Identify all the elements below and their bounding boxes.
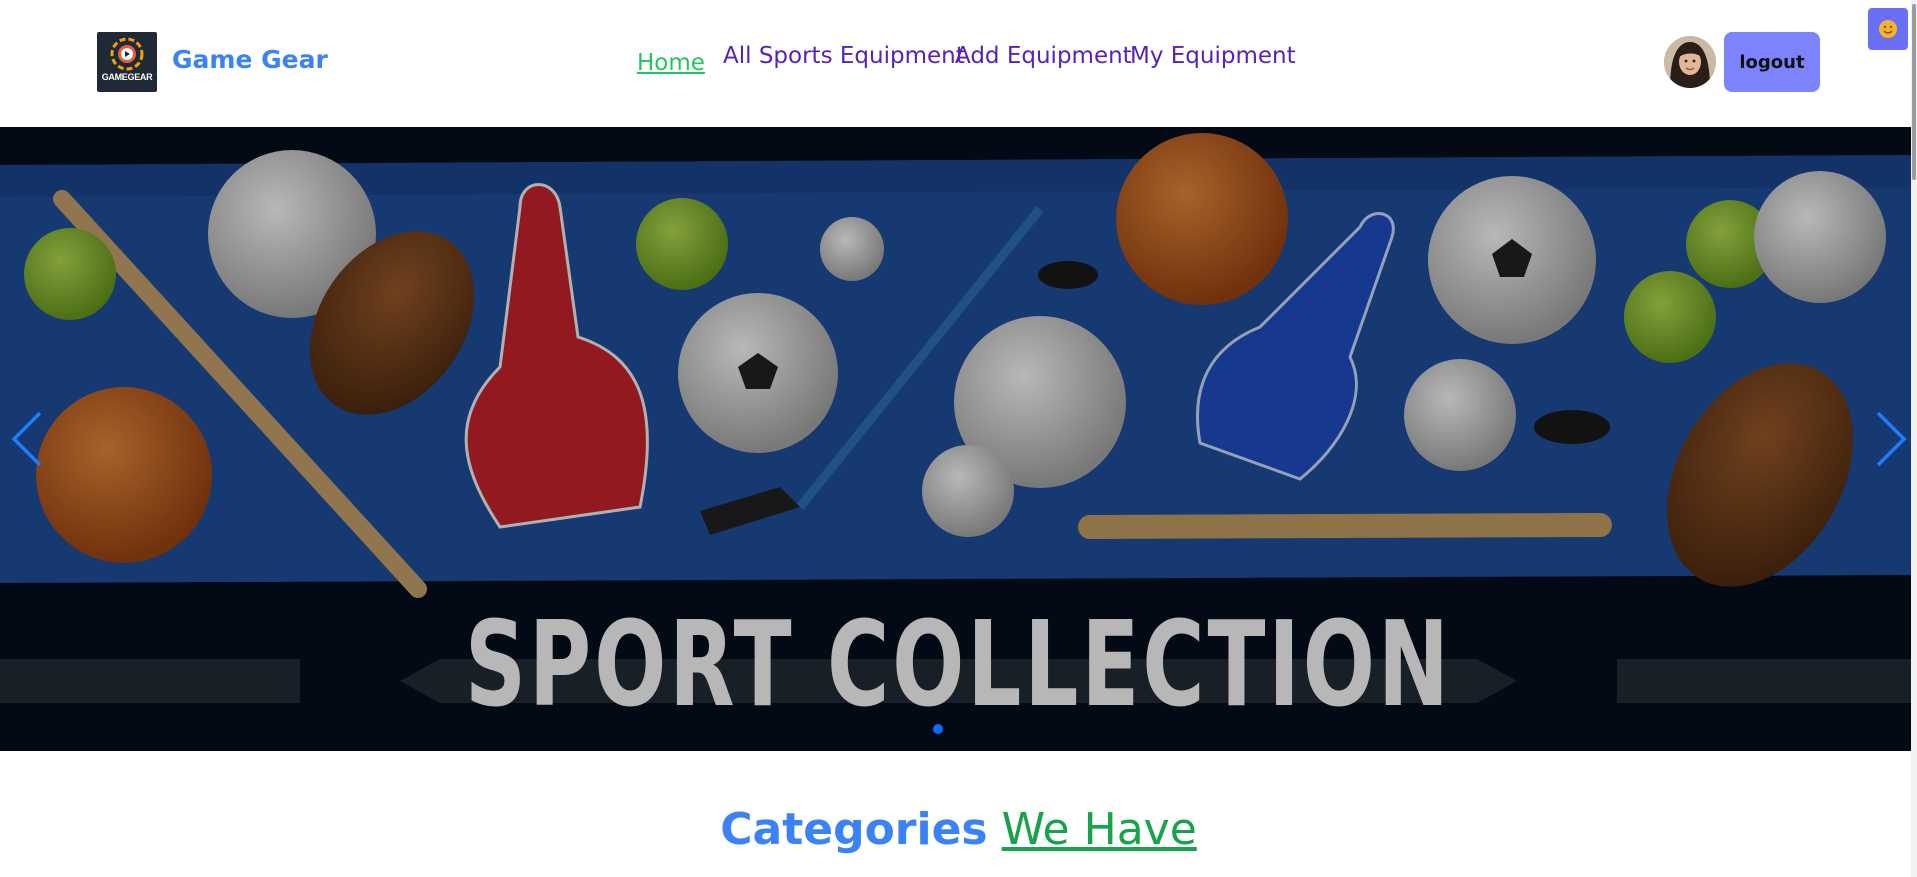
banner-heading: SPORT COLLECTION (464, 595, 1452, 733)
avatar[interactable] (1664, 36, 1716, 88)
nav-home[interactable]: Home (637, 50, 705, 76)
carousel-pagination-dot[interactable] (933, 724, 943, 734)
navbar: GAMEGEAR Game Gear Home All Sports Equip… (0, 0, 1917, 127)
brand-name[interactable]: Game Gear (172, 45, 328, 74)
page-scrollbar-thumb[interactable] (1912, 4, 1916, 180)
carousel-next-button[interactable] (1870, 409, 1910, 469)
logo-text: GAMEGEAR (101, 72, 153, 82)
categories-title-part2: We Have (1001, 804, 1197, 855)
chevron-right-icon (1876, 411, 1907, 467)
nav-add-equipment[interactable]: Add Equipment (955, 43, 1132, 69)
gamepad-logo-icon (110, 37, 144, 71)
sun-icon (1879, 20, 1897, 38)
chevron-left-icon (11, 411, 42, 467)
logo[interactable]: GAMEGEAR (97, 32, 157, 92)
categories-heading: Categories We Have (0, 800, 1917, 860)
categories-title-part1: Categories (720, 804, 988, 855)
hero-carousel: SPORT COLLECTION (0, 127, 1917, 751)
nav-my-equipment[interactable]: My Equipment (1130, 43, 1296, 69)
theme-toggle[interactable] (1868, 8, 1908, 50)
carousel-prev-button[interactable] (8, 409, 48, 469)
nav-all-sports-equipment[interactable]: All Sports Equipment (723, 43, 965, 69)
logout-button[interactable]: logout (1724, 32, 1820, 92)
user-avatar-icon (1664, 36, 1716, 88)
